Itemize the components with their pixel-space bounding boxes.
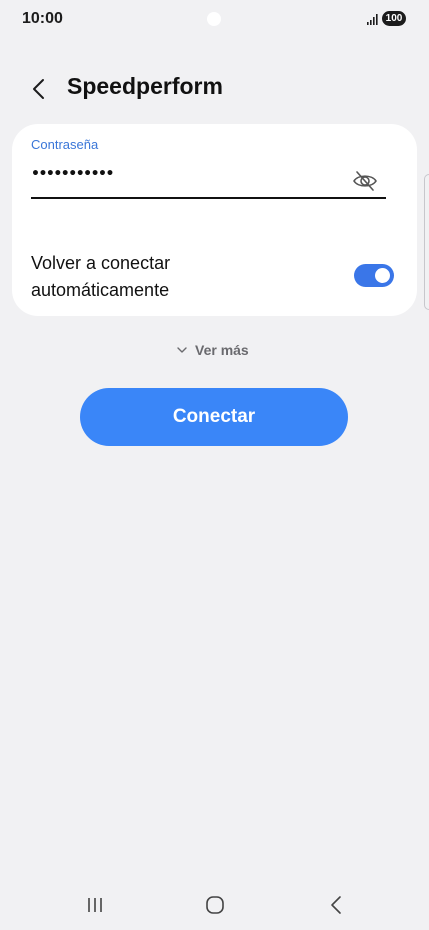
back-icon	[331, 896, 341, 914]
recent-apps-button[interactable]	[80, 892, 110, 918]
status-time: 10:00	[22, 10, 63, 27]
back-button[interactable]	[24, 74, 54, 104]
connect-button[interactable]: Conectar	[80, 388, 348, 446]
show-password-button[interactable]	[351, 167, 379, 195]
home-icon	[206, 896, 224, 914]
camera-cutout	[207, 12, 221, 26]
chevron-left-icon	[33, 79, 44, 99]
password-underline	[31, 197, 386, 199]
eye-off-icon	[353, 171, 377, 191]
password-label: Contraseña	[31, 137, 99, 152]
navigation-bar	[0, 880, 429, 930]
auto-reconnect-toggle[interactable]	[354, 264, 394, 287]
battery-icon: 100	[382, 11, 406, 26]
wifi-settings-card: Contraseña ••••••••••• Volver a conectar…	[12, 124, 417, 316]
signal-icon	[367, 14, 378, 25]
recent-apps-icon	[88, 898, 102, 912]
status-bar: 10:00 100	[0, 0, 429, 40]
page-title: Speedperform	[67, 73, 223, 99]
nav-back-button[interactable]	[321, 892, 351, 918]
see-more-label: Ver más	[195, 342, 249, 358]
home-button[interactable]	[200, 892, 230, 918]
toggle-knob	[375, 268, 390, 283]
edge-panel-handle[interactable]	[424, 174, 429, 310]
auto-reconnect-label: Volver a conectar automáticamente	[31, 253, 171, 300]
app-bar: Speedperform	[0, 64, 429, 112]
password-input[interactable]: •••••••••••	[31, 166, 114, 182]
see-more-link[interactable]: Ver más	[176, 340, 249, 360]
chevron-down-icon	[177, 347, 187, 353]
